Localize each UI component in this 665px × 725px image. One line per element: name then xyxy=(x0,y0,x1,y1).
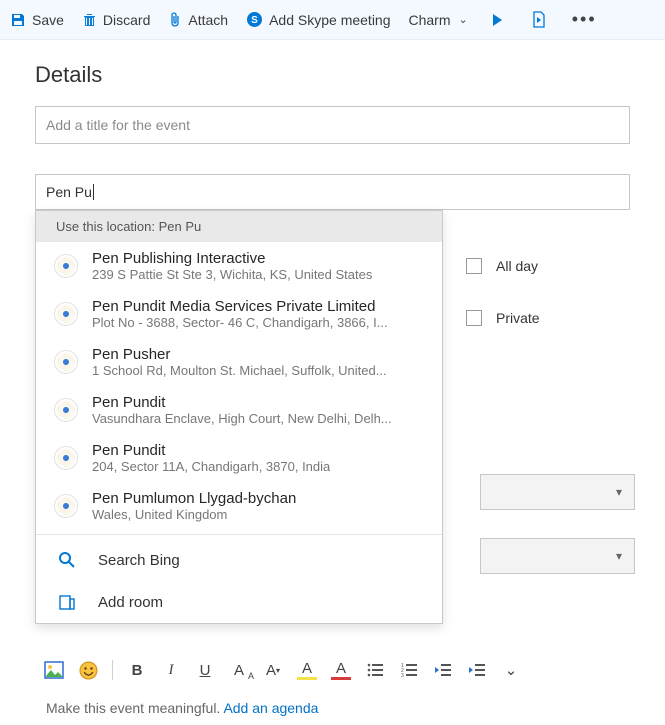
event-options: All day Private xyxy=(466,258,540,326)
font-color-button[interactable]: A xyxy=(331,660,351,680)
font-picker-button[interactable]: A▾ xyxy=(263,660,283,680)
private-checkbox[interactable]: Private xyxy=(466,310,540,326)
location-suggestion[interactable]: Pen Pundit Vasundhara Enclave, High Cour… xyxy=(36,386,442,434)
command-toolbar: Save Discard Attach S Add Skype meeting … xyxy=(0,0,665,40)
emoji-button[interactable] xyxy=(78,660,98,680)
save-icon xyxy=(10,12,26,28)
chevron-down-icon: ▾ xyxy=(616,549,622,563)
map-pin-icon xyxy=(54,446,78,470)
use-this-location-row[interactable]: Use this location: Pen Pu xyxy=(36,211,442,242)
chevron-down-icon: ⌄ xyxy=(459,13,468,26)
location-suggestion[interactable]: Pen Pusher 1 School Rd, Moulton St. Mich… xyxy=(36,338,442,386)
highlight-button[interactable]: A xyxy=(297,660,317,680)
divider xyxy=(36,534,442,535)
event-body-placeholder[interactable]: Make this event meaningful. Add an agend… xyxy=(46,700,318,716)
attach-button[interactable]: Attach xyxy=(168,11,228,29)
location-suggestion[interactable]: Pen Pumlumon Llygad-bychan Wales, United… xyxy=(36,482,442,530)
map-pin-icon xyxy=(54,398,78,422)
charm-menu[interactable]: Charm ⌄ xyxy=(409,12,468,28)
text-caret xyxy=(93,184,94,200)
skype-meeting-button[interactable]: S Add Skype meeting xyxy=(246,11,390,28)
bullet-list-button[interactable] xyxy=(365,660,385,680)
location-suggestion[interactable]: Pen Pundit 204, Sector 11A, Chandigarh, … xyxy=(36,434,442,482)
location-suggestion[interactable]: Pen Pundit Media Services Private Limite… xyxy=(36,290,442,338)
divider xyxy=(112,660,113,680)
all-day-checkbox[interactable]: All day xyxy=(466,258,540,274)
page-title: Details xyxy=(35,62,630,88)
location-suggestions-dropdown: Use this location: Pen Pu Pen Publishing… xyxy=(35,210,443,624)
number-list-button[interactable]: 123 xyxy=(399,660,419,680)
location-suggestion[interactable]: Pen Publishing Interactive 239 S Pattie … xyxy=(36,242,442,290)
svg-text:S: S xyxy=(251,15,258,26)
save-label: Save xyxy=(32,12,64,28)
font-size-button[interactable]: AA xyxy=(229,660,249,680)
outdent-button[interactable] xyxy=(433,660,453,680)
charm-label: Charm xyxy=(409,12,451,28)
event-title-field[interactable] xyxy=(35,106,630,144)
add-agenda-link[interactable]: Add an agenda xyxy=(223,700,318,716)
reminder-select[interactable]: ▾ xyxy=(480,474,635,510)
bold-button[interactable]: B xyxy=(127,660,147,680)
location-input-value: Pen Pu xyxy=(46,184,92,200)
insert-icon[interactable] xyxy=(527,11,550,28)
map-pin-icon xyxy=(54,494,78,518)
paperclip-icon xyxy=(168,11,182,29)
search-bing-action[interactable]: Search Bing xyxy=(36,539,442,581)
checkbox-icon xyxy=(466,258,482,274)
save-button[interactable]: Save xyxy=(10,12,64,28)
categorize-icon[interactable] xyxy=(486,12,509,28)
map-pin-icon xyxy=(54,254,78,278)
underline-button[interactable]: U xyxy=(195,660,215,680)
event-title-input[interactable] xyxy=(46,117,619,133)
discard-label: Discard xyxy=(103,12,150,28)
attach-label: Attach xyxy=(188,12,228,28)
insert-image-button[interactable] xyxy=(44,660,64,680)
show-as-select[interactable]: ▾ xyxy=(480,538,635,574)
discard-button[interactable]: Discard xyxy=(82,12,150,28)
map-pin-icon xyxy=(54,350,78,374)
chevron-down-icon: ▾ xyxy=(616,485,622,499)
room-icon xyxy=(56,593,78,611)
skype-label: Add Skype meeting xyxy=(269,12,390,28)
svg-text:3: 3 xyxy=(401,673,404,677)
indent-button[interactable] xyxy=(467,660,487,680)
trash-icon xyxy=(82,12,97,28)
location-field[interactable]: Pen Pu xyxy=(35,174,630,210)
skype-icon: S xyxy=(246,11,263,28)
checkbox-icon xyxy=(466,310,482,326)
add-room-action[interactable]: Add room xyxy=(36,581,442,623)
italic-button[interactable]: I xyxy=(161,660,181,680)
search-icon xyxy=(56,551,78,569)
more-actions-button[interactable]: ••• xyxy=(568,9,601,30)
more-format-button[interactable]: ⌄ xyxy=(501,660,521,680)
format-toolbar: B I U AA A▾ A A 123 ⌄ xyxy=(44,660,521,680)
map-pin-icon xyxy=(54,302,78,326)
